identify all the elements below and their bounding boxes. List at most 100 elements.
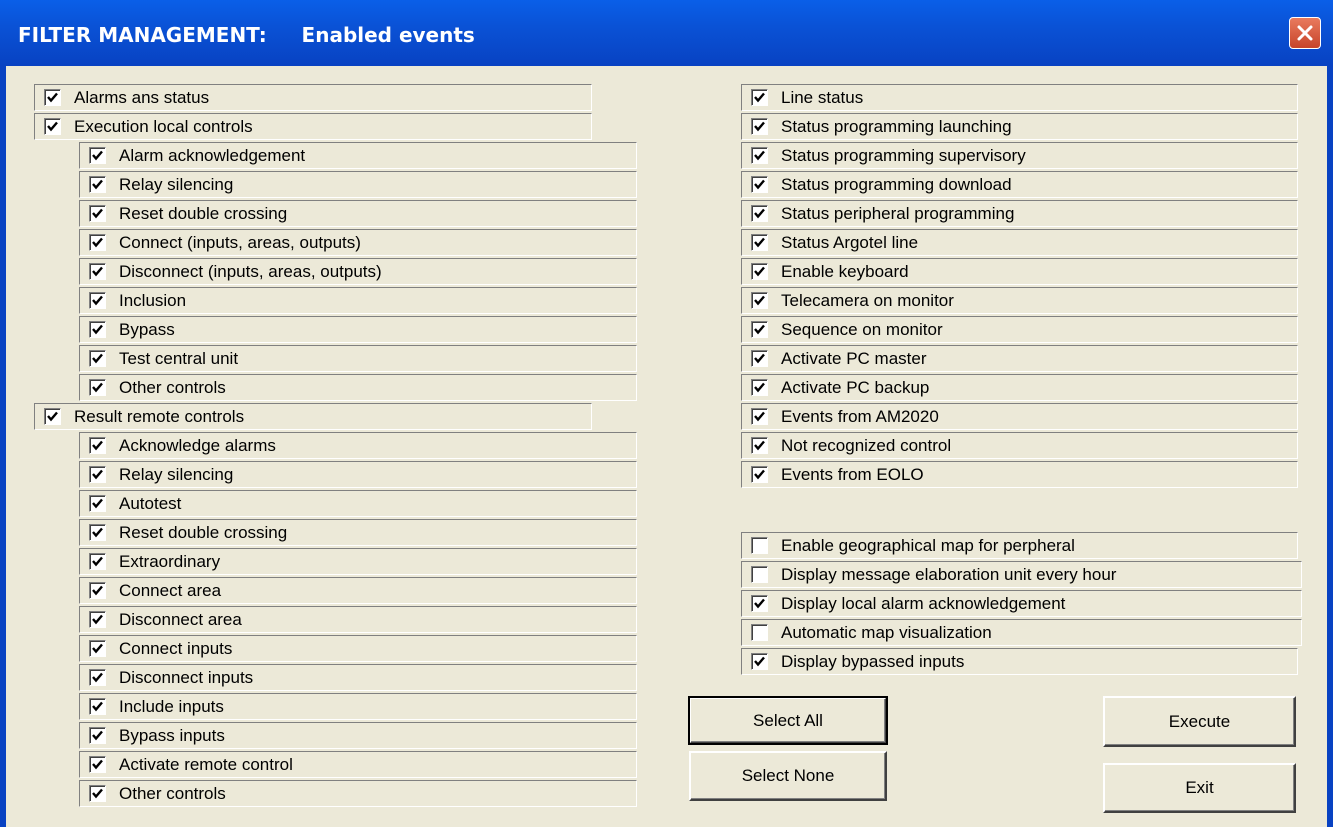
exit-button[interactable]: Exit <box>1103 763 1296 813</box>
right-event-row[interactable]: Status programming supervisory <box>741 142 1298 169</box>
checkbox-label: Extraordinary <box>119 551 221 571</box>
checkbox[interactable] <box>89 176 106 193</box>
checkbox[interactable] <box>751 379 768 396</box>
right-event-row[interactable]: Enable keyboard <box>741 258 1298 285</box>
checkbox[interactable] <box>89 495 106 512</box>
right-event-row[interactable]: Events from EOLO <box>741 461 1298 488</box>
checkbox-label: Disconnect inputs <box>119 667 254 687</box>
left-event-row[interactable]: Other controls <box>79 374 637 401</box>
checkbox[interactable] <box>89 321 106 338</box>
checkbox[interactable] <box>89 350 106 367</box>
display-option-row[interactable]: Display message elaboration unit every h… <box>741 561 1302 588</box>
checkbox[interactable] <box>751 321 768 338</box>
checkbox[interactable] <box>751 566 768 583</box>
checkbox[interactable] <box>751 466 768 483</box>
checkbox[interactable] <box>89 466 106 483</box>
checkbox[interactable] <box>751 537 768 554</box>
checkbox[interactable] <box>751 263 768 280</box>
checkbox[interactable] <box>89 524 106 541</box>
checkbox[interactable] <box>751 350 768 367</box>
left-event-row[interactable]: Include inputs <box>79 693 637 720</box>
checkbox[interactable] <box>89 727 106 744</box>
checkbox[interactable] <box>89 669 106 686</box>
checkbox[interactable] <box>89 582 106 599</box>
checkbox[interactable] <box>89 205 106 222</box>
left-event-row[interactable]: Disconnect inputs <box>79 664 637 691</box>
right-event-row[interactable]: Status peripheral programming <box>741 200 1298 227</box>
checkbox[interactable] <box>89 553 106 570</box>
display-option-row[interactable]: Display bypassed inputs <box>741 648 1298 675</box>
left-event-row[interactable]: Reset double crossing <box>79 519 637 546</box>
left-event-row[interactable]: Extraordinary <box>79 548 637 575</box>
checkbox-label: Status peripheral programming <box>781 203 1015 223</box>
select-none-button[interactable]: Select None <box>689 751 887 801</box>
right-event-row[interactable]: Status Argotel line <box>741 229 1298 256</box>
left-event-row[interactable]: Other controls <box>79 780 637 807</box>
right-event-row[interactable]: Status programming launching <box>741 113 1298 140</box>
checkbox[interactable] <box>751 292 768 309</box>
checkbox[interactable] <box>89 611 106 628</box>
left-event-row[interactable]: Connect area <box>79 577 637 604</box>
left-event-row[interactable]: Result remote controls <box>34 403 592 430</box>
checkbox[interactable] <box>44 89 61 106</box>
close-button[interactable] <box>1289 17 1321 49</box>
checkbox-label: Enable keyboard <box>781 261 909 281</box>
left-event-row[interactable]: Alarm acknowledgement <box>79 142 637 169</box>
left-event-row[interactable]: Autotest <box>79 490 637 517</box>
checkbox[interactable] <box>751 234 768 251</box>
left-event-row[interactable]: Connect (inputs, areas, outputs) <box>79 229 637 256</box>
right-event-row[interactable]: Activate PC backup <box>741 374 1298 401</box>
checkbox[interactable] <box>751 147 768 164</box>
right-event-row[interactable]: Sequence on monitor <box>741 316 1298 343</box>
left-event-row[interactable]: Alarms ans status <box>34 84 592 111</box>
left-event-row[interactable]: Inclusion <box>79 287 637 314</box>
checkbox[interactable] <box>89 234 106 251</box>
right-event-row[interactable]: Not recognized control <box>741 432 1298 459</box>
checkbox[interactable] <box>89 698 106 715</box>
checkbox[interactable] <box>89 640 106 657</box>
left-event-row[interactable]: Disconnect area <box>79 606 637 633</box>
left-event-row[interactable]: Execution local controls <box>34 113 592 140</box>
checkbox[interactable] <box>89 263 106 280</box>
left-event-row[interactable]: Bypass <box>79 316 637 343</box>
left-event-row[interactable]: Relay silencing <box>79 171 637 198</box>
checkbox[interactable] <box>89 785 106 802</box>
left-event-row[interactable]: Relay silencing <box>79 461 637 488</box>
left-event-row[interactable]: Acknowledge alarms <box>79 432 637 459</box>
checkbox-label: Alarms ans status <box>74 87 210 107</box>
display-option-row[interactable]: Display local alarm acknowledgement <box>741 590 1302 617</box>
checkbox[interactable] <box>751 205 768 222</box>
checkbox[interactable] <box>89 379 106 396</box>
right-event-row[interactable]: Events from AM2020 <box>741 403 1298 430</box>
right-event-row[interactable]: Activate PC master <box>741 345 1298 372</box>
left-event-row[interactable]: Reset double crossing <box>79 200 637 227</box>
checkbox[interactable] <box>751 118 768 135</box>
checkbox[interactable] <box>751 437 768 454</box>
checkbox[interactable] <box>751 89 768 106</box>
checkbox[interactable] <box>751 653 768 670</box>
checkbox[interactable] <box>751 624 768 641</box>
checkbox[interactable] <box>89 292 106 309</box>
checkbox[interactable] <box>44 408 61 425</box>
checkbox-label: Connect inputs <box>119 638 233 658</box>
display-option-row[interactable]: Enable geographical map for perpheral <box>741 532 1298 559</box>
checkbox[interactable] <box>44 118 61 135</box>
checkbox[interactable] <box>89 147 106 164</box>
left-event-row[interactable]: Disconnect (inputs, areas, outputs) <box>79 258 637 285</box>
checkbox[interactable] <box>751 595 768 612</box>
left-event-row[interactable]: Connect inputs <box>79 635 637 662</box>
select-all-button[interactable]: Select All <box>688 696 888 745</box>
display-option-row[interactable]: Automatic map visualization <box>741 619 1302 646</box>
right-event-row[interactable]: Line status <box>741 84 1298 111</box>
checkbox[interactable] <box>89 437 106 454</box>
execute-button[interactable]: Execute <box>1103 696 1296 747</box>
checkbox[interactable] <box>751 176 768 193</box>
right-event-row[interactable]: Telecamera on monitor <box>741 287 1298 314</box>
checkbox[interactable] <box>89 756 106 773</box>
left-event-row[interactable]: Bypass inputs <box>79 722 637 749</box>
checkbox-label: Telecamera on monitor <box>781 290 954 310</box>
left-event-row[interactable]: Test central unit <box>79 345 637 372</box>
left-event-row[interactable]: Activate remote control <box>79 751 637 778</box>
right-event-row[interactable]: Status programming download <box>741 171 1298 198</box>
checkbox[interactable] <box>751 408 768 425</box>
